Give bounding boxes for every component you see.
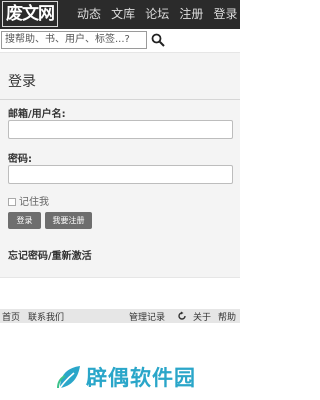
search-icon[interactable]: [151, 33, 165, 47]
login-title: 登录: [8, 74, 36, 90]
refresh-icon[interactable]: [177, 311, 187, 321]
nav-item-login[interactable]: 登录: [213, 0, 237, 29]
register-button[interactable]: 我要注册: [45, 212, 92, 229]
login-button[interactable]: 登录: [8, 212, 41, 229]
title-divider: [0, 99, 240, 100]
nav-item-register[interactable]: 注册: [179, 0, 203, 29]
username-label: 邮箱/用户名:: [8, 109, 66, 120]
site-logo[interactable]: 废文网: [2, 1, 58, 27]
main-nav: 动态 文库 论坛 注册 登录: [77, 0, 242, 29]
footer-admin-log-link[interactable]: 管理记录: [129, 310, 165, 323]
login-panel: 登录 邮箱/用户名: 密码: 记住我 登录 我要注册 忘记密码/重新激活: [0, 52, 240, 278]
nav-item-library[interactable]: 文库: [111, 0, 135, 29]
watermark-text: 辟偶软件园: [86, 366, 196, 390]
nav-item-activity[interactable]: 动态: [77, 0, 101, 29]
remember-me[interactable]: 记住我: [8, 193, 49, 208]
remember-checkbox[interactable]: [8, 198, 16, 206]
footer-bar: 首页 联系我们 管理记录 关于 帮助: [0, 309, 240, 323]
forgot-password-link[interactable]: 忘记密码/重新激活: [8, 247, 92, 262]
search-bar: 搜帮助、书、用户、标签...?: [0, 29, 240, 51]
search-input[interactable]: 搜帮助、书、用户、标签...?: [1, 31, 147, 49]
remember-label: 记住我: [19, 197, 49, 208]
username-field[interactable]: [8, 120, 233, 139]
nav-item-forum[interactable]: 论坛: [145, 0, 169, 29]
footer-home-link[interactable]: 首页: [2, 310, 20, 323]
leaf-logo-icon: [57, 366, 80, 389]
top-navbar: 废文网 动态 文库 论坛 注册 登录: [0, 0, 240, 29]
footer-about-link[interactable]: 关于: [193, 310, 211, 323]
password-field[interactable]: [8, 165, 233, 184]
password-label: 密码:: [8, 154, 32, 165]
footer-help-link[interactable]: 帮助: [218, 310, 236, 323]
footer-contact-link[interactable]: 联系我们: [28, 310, 64, 323]
